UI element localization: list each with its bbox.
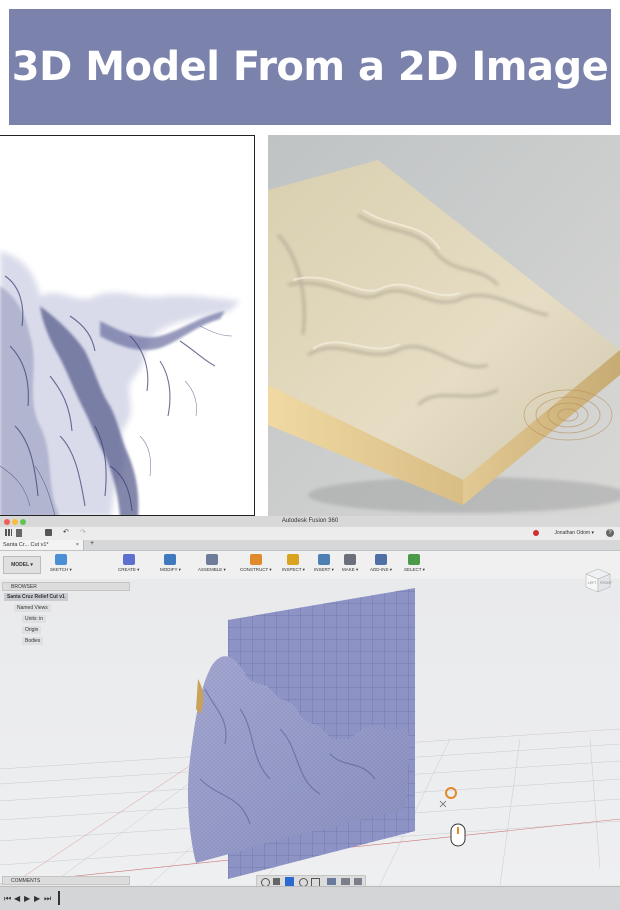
toolbar-label: ASSEMBLE ▾ <box>198 567 226 572</box>
grid-menu-icon[interactable] <box>5 529 12 536</box>
assemble-menu[interactable]: ASSEMBLE ▾ <box>198 553 226 577</box>
viewport-canvas <box>0 588 620 885</box>
redo-icon[interactable]: ↷ <box>80 528 86 536</box>
main-toolbar: MODEL ▾ SKETCH ▾ CREATE ▾ MODIFY ▾ ASSEMBLE… <box>0 551 620 580</box>
comments-panel-header[interactable]: COMMENTS <box>2 876 130 885</box>
toolbar-label: ADD-INS ▾ <box>370 567 393 572</box>
banner-title: 3D Model From a 2D Image <box>11 44 609 90</box>
timeline-next-icon[interactable]: ▶ <box>34 894 40 903</box>
record-icon[interactable] <box>533 530 539 536</box>
save-icon[interactable] <box>45 529 52 536</box>
add-ins-menu[interactable]: ADD-INS ▾ <box>370 553 392 577</box>
workspace-switcher[interactable]: MODEL ▾ <box>3 556 41 574</box>
select-menu[interactable]: SELECT ▾ <box>404 553 425 577</box>
browser-root-component[interactable]: Santa Cruz Relief Cut v1 <box>4 593 68 601</box>
select-icon <box>408 554 421 565</box>
browser-item-label: Origin <box>25 627 39 633</box>
create-icon <box>122 554 135 565</box>
grid-settings-icon[interactable] <box>341 878 350 885</box>
timeline-bar: ⏮ ◀ ▶ ▶ ⏭ <box>0 886 620 910</box>
construct-menu[interactable]: CONSTRUCT ▾ <box>240 553 272 577</box>
browser-item-named-views[interactable]: Named Views <box>14 604 51 612</box>
relief-2d-image <box>0 135 255 516</box>
timeline-marker[interactable] <box>58 891 60 905</box>
wood-relief-render <box>268 135 620 516</box>
browser-item-label: Santa Cruz Relief Cut v1 <box>7 594 65 600</box>
relief-2d-graphic <box>0 136 254 515</box>
browser-item-units[interactable]: Units: in <box>22 615 47 623</box>
insert-menu[interactable]: INSERT ▾ <box>314 553 334 577</box>
viewports-icon[interactable] <box>354 878 362 885</box>
toolbar-label: SKETCH ▾ <box>50 567 72 572</box>
sketch-menu[interactable]: SKETCH ▾ <box>50 553 72 577</box>
browser-header-label: BROWSER <box>11 584 37 590</box>
insert-icon <box>317 554 330 565</box>
comments-label: COMMENTS <box>11 878 41 884</box>
close-tab-icon[interactable]: × <box>76 540 79 550</box>
look-at-icon[interactable] <box>273 878 280 885</box>
browser-panel-header[interactable]: BROWSER <box>2 582 130 591</box>
modify-icon <box>164 554 177 565</box>
browser-item-label: Units: in <box>25 616 44 622</box>
toolbar-label: CONSTRUCT ▾ <box>240 567 272 572</box>
window-title: Autodesk Fusion 360 <box>281 518 339 524</box>
help-button[interactable]: ? <box>606 529 614 537</box>
add-ins-icon <box>375 554 387 565</box>
quick-access-toolbar: ↶ ↷ Jonathan Odom ▾ ? <box>0 527 620 541</box>
toolbar-label: INSPECT ▾ <box>282 567 305 572</box>
new-tab-button[interactable]: + <box>90 540 94 547</box>
modify-menu[interactable]: MODIFY ▾ <box>160 553 181 577</box>
make-icon <box>344 554 357 565</box>
browser-item-label: Named Views <box>17 605 48 611</box>
toolbar-label: INSERT ▾ <box>314 567 334 572</box>
orbit-center-marker <box>445 787 457 799</box>
fusion-360-window: Autodesk Fusion 360 ↶ ↷ Jonathan Odom ▾ … <box>0 516 620 910</box>
wood-relief-graphic <box>268 135 620 516</box>
viewcube-front-label: FRONT <box>600 581 613 585</box>
timeline-start-icon[interactable]: ⏮ <box>4 894 11 904</box>
timeline-play-icon[interactable]: ▶ <box>24 894 30 903</box>
view-cube[interactable]: LEFT FRONT <box>583 567 613 593</box>
document-tab[interactable]: Santa Cr... Cut v1* × <box>0 540 84 550</box>
user-account-menu[interactable]: Jonathan Odom ▾ <box>555 530 594 536</box>
display-settings-icon[interactable] <box>327 878 336 885</box>
document-tab-bar: Santa Cr... Cut v1* × + <box>0 540 620 551</box>
toolbar-label: CREATE ▾ <box>118 567 140 572</box>
timeline-end-icon[interactable]: ⏭ <box>44 894 51 904</box>
sketch-icon <box>54 554 67 565</box>
toolbar-label: MODIFY ▾ <box>160 567 181 572</box>
construct-icon <box>249 554 262 565</box>
document-tab-label: Santa Cr... Cut v1* <box>3 542 49 548</box>
browser-item-bodies[interactable]: Bodies <box>22 637 44 645</box>
viewcube-left-label: LEFT <box>588 581 597 585</box>
inspect-icon <box>287 554 300 565</box>
assemble-icon <box>205 554 218 565</box>
undo-icon[interactable]: ↶ <box>63 528 69 536</box>
browser-item-origin[interactable]: Origin <box>22 626 42 634</box>
3d-viewport[interactable] <box>0 579 620 885</box>
pan-icon[interactable] <box>285 877 294 886</box>
create-menu[interactable]: CREATE ▾ <box>118 553 139 577</box>
toolbar-label: MAKE ▾ <box>342 567 359 572</box>
timeline-previous-icon[interactable]: ◀ <box>14 894 20 903</box>
make-menu[interactable]: MAKE ▾ <box>342 553 358 577</box>
title-banner: 3D Model From a 2D Image <box>9 9 611 125</box>
browser-item-label: Bodies <box>25 638 41 644</box>
file-menu-icon[interactable] <box>16 529 22 537</box>
inspect-menu[interactable]: INSPECT ▾ <box>282 553 305 577</box>
toolbar-label: SELECT ▾ <box>404 567 425 572</box>
